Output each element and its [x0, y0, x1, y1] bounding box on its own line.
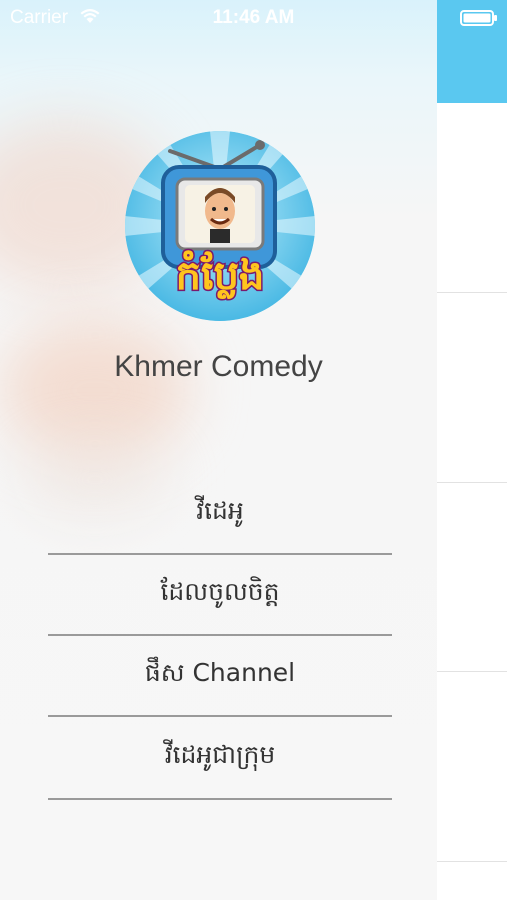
menu-item-channel[interactable]: ផឹស Channel	[48, 636, 392, 717]
list-divider	[437, 482, 507, 483]
battery-icon	[460, 10, 497, 26]
menu-item-label: ដែលចូលចិត្ត	[160, 576, 280, 606]
menu-item-group-videos[interactable]: វីដេអូជាក្រុម	[48, 717, 392, 800]
menu-item-label: ផឹស Channel	[144, 657, 296, 687]
logo-text: កំប្លែង	[176, 250, 265, 299]
menu-item-label: វីដេអូជាក្រុម	[164, 739, 276, 769]
app-logo: កំប្លែង	[125, 131, 315, 321]
list-divider	[437, 861, 507, 862]
drawer-menu: វីដេអូ ដែលចូលចិត្ត ផឹស Channel វីដេអូជាក…	[48, 474, 392, 800]
menu-item-favorites[interactable]: ដែលចូលចិត្ត	[48, 555, 392, 636]
khmer-comedy-logo-icon: កំប្លែង	[125, 131, 315, 321]
background-blur	[0, 320, 190, 460]
main-content-peek[interactable]	[437, 0, 507, 900]
status-time: 11:46 AM	[212, 7, 295, 28]
list-divider	[437, 292, 507, 293]
app-name: Khmer Comedy	[114, 350, 323, 383]
screen: កំប្លែង Khmer Comedy វីដេអូ ដែលចូលចិត្ត …	[0, 0, 507, 900]
side-drawer: កំប្លែង Khmer Comedy វីដេអូ ដែលចូលចិត្ត …	[0, 0, 437, 900]
list-divider	[437, 671, 507, 672]
menu-item-videos[interactable]: វីដេអូ	[48, 474, 392, 555]
status-bar: Carrier 11:46 AM	[0, 0, 507, 36]
menu-item-label: វីដេអូ	[196, 495, 244, 525]
